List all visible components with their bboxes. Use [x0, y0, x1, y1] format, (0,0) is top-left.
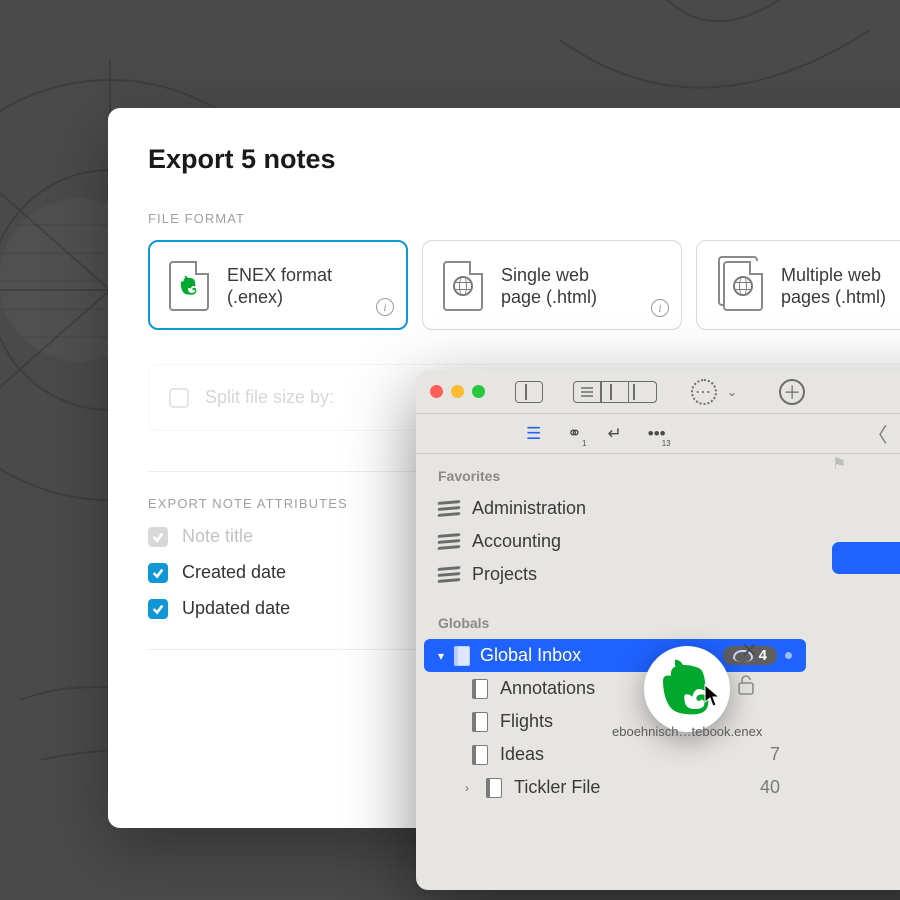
- notebook-icon: [472, 679, 488, 699]
- toolbar-sidebar-toggle[interactable]: [515, 381, 543, 403]
- evernote-icon: [178, 275, 200, 297]
- split-label: Split file size by:: [205, 387, 334, 408]
- app-window: ⋯ ⌄ ＋ ☰ ⚭1 ↵ •••13 〈 〉 ⚑ Favorites Admin…: [416, 370, 900, 890]
- window-minimize-button[interactable]: [451, 385, 464, 398]
- lock-open-icon: [736, 674, 756, 702]
- globe-icon: [453, 276, 473, 296]
- checkbox-updated-date[interactable]: [148, 599, 168, 619]
- format-single-html[interactable]: Single web page (.html) i: [422, 240, 682, 330]
- checkbox-created-date[interactable]: [148, 563, 168, 583]
- toolbar-add-button[interactable]: ＋: [779, 379, 805, 405]
- subtoolbar-links-icon[interactable]: ⚭1: [567, 424, 581, 444]
- window-zoom-button[interactable]: [472, 385, 485, 398]
- file-format-options: ENEX format (.enex) i Single web page (.…: [148, 240, 900, 330]
- file-html-icon: [443, 261, 483, 311]
- info-icon[interactable]: i: [376, 298, 394, 316]
- notebook-icon: [454, 646, 470, 666]
- sidebar-item-projects[interactable]: Projects: [416, 558, 814, 591]
- nav-back-button[interactable]: 〈: [868, 419, 888, 448]
- sidebar-item-ideas[interactable]: Ideas 7: [416, 738, 814, 771]
- sidebar-section-favorites: Favorites: [416, 458, 814, 492]
- globe-icon: [733, 276, 753, 296]
- close-icon[interactable]: ✕: [741, 638, 758, 663]
- stack-icon: [438, 533, 460, 551]
- disclosure-triangle-icon[interactable]: ›: [460, 781, 474, 795]
- file-format-section-label: FILE FORMAT: [148, 211, 900, 226]
- status-dot-icon: [785, 652, 792, 659]
- format-multi-html[interactable]: Multiple web pages (.html): [696, 240, 900, 330]
- stack-icon: [438, 566, 460, 584]
- window-close-button[interactable]: [430, 385, 443, 398]
- subtoolbar-more-icon[interactable]: •••13: [648, 424, 666, 444]
- disclosure-triangle-icon[interactable]: ▾: [438, 649, 444, 663]
- stack-icon: [438, 500, 460, 518]
- cursor-icon: [704, 684, 722, 708]
- item-count: 7: [770, 744, 792, 765]
- sidebar-section-globals: Globals: [416, 605, 814, 639]
- window-titlebar: ⋯ ⌄ ＋: [416, 370, 900, 414]
- format-multi-html-label: Multiple web pages (.html): [781, 264, 886, 309]
- notebook-icon: [472, 745, 488, 765]
- info-icon[interactable]: i: [651, 299, 669, 317]
- format-single-html-label: Single web page (.html): [501, 264, 597, 309]
- sidebar-item-accounting[interactable]: Accounting: [416, 525, 814, 558]
- sidebar: Favorites Administration Accounting Proj…: [416, 446, 814, 890]
- subtoolbar-list-icon[interactable]: ☰: [526, 424, 541, 444]
- split-checkbox[interactable]: [169, 388, 189, 408]
- dialog-title: Export 5 notes: [148, 144, 900, 175]
- item-count: 40: [760, 777, 792, 798]
- drag-filename-label: eboehnisch…tebook.enex: [612, 724, 762, 739]
- checkbox-note-title: [148, 527, 168, 547]
- flag-icon[interactable]: ⚑: [832, 454, 846, 486]
- subtoolbar-import-icon[interactable]: ↵: [608, 424, 622, 444]
- notebook-icon: [472, 712, 488, 732]
- file-html-stack-icon: [723, 261, 763, 311]
- chevron-down-icon: ⌄: [727, 385, 737, 399]
- view-list-icon[interactable]: [573, 381, 601, 403]
- toolbar-more-button[interactable]: ⋯: [691, 379, 717, 405]
- sidebar-item-tickler-file[interactable]: › Tickler File 40: [416, 771, 814, 804]
- view-card-icon[interactable]: [629, 381, 657, 403]
- notebook-icon: [486, 778, 502, 798]
- file-enex-icon: [169, 261, 209, 311]
- view-columns-icon[interactable]: [601, 381, 629, 403]
- toolbar-view-segment[interactable]: [573, 381, 657, 403]
- format-enex-label: ENEX format (.enex): [227, 264, 332, 309]
- format-enex[interactable]: ENEX format (.enex) i: [148, 240, 408, 330]
- primary-action-button[interactable]: [832, 542, 900, 574]
- sidebar-item-administration[interactable]: Administration: [416, 492, 814, 525]
